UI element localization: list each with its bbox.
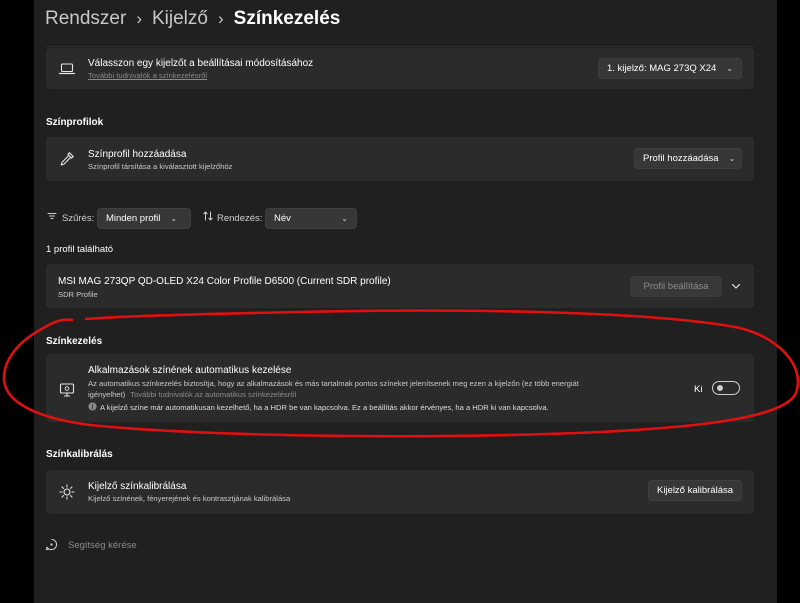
eyedropper-icon — [60, 152, 74, 166]
display-dropdown-value: 1. kijelző: MAG 273Q X24 — [607, 63, 717, 74]
filter-label: Szűrés: — [62, 213, 95, 224]
breadcrumb-separator: › — [217, 9, 224, 28]
page-title: Színkezelés — [233, 8, 341, 29]
calibrate-display-button-label: Kijelző kalibrálása — [656, 485, 734, 496]
section-heading-color-management: Színkezelés — [46, 336, 103, 347]
section-heading-calibration: Színkalibrálás — [46, 449, 113, 460]
breadcrumb-separator: › — [136, 9, 142, 28]
laptop-icon — [58, 63, 76, 75]
brightness-icon — [59, 484, 75, 500]
add-profile-title: Színprofil hozzáadása — [88, 149, 187, 160]
profile-count: 1 profil található — [46, 244, 114, 255]
display-dropdown[interactable]: 1. kijelző: MAG 273Q X24 ⌄ — [598, 58, 742, 79]
filter-dropdown-value: Minden profil — [106, 213, 161, 224]
calibration-subtitle: Kijelző színének, fényerejének és kontra… — [88, 494, 291, 503]
get-help-link[interactable]: Segítség kérése — [68, 540, 137, 551]
sort-icon — [203, 211, 213, 221]
calibrate-display-button[interactable]: Kijelző kalibrálása — [648, 480, 742, 501]
add-profile-button[interactable]: Profil hozzáadása ⌄ — [634, 148, 742, 169]
hdr-info-text: A kijelző színe már automatikusan kezelh… — [100, 403, 549, 412]
toggle-state-label: Ki — [694, 384, 703, 395]
calibration-title: Kijelző színkalibrálása — [88, 481, 187, 492]
profile-settings-button[interactable]: Profil beállítása — [630, 276, 722, 297]
section-heading-color-profiles: Színprofilok — [46, 117, 104, 128]
sort-dropdown-value: Név — [274, 213, 291, 224]
color-management-info-link[interactable]: További tudnivalók a színkezelésről — [88, 71, 207, 80]
auto-color-toggle[interactable] — [712, 381, 740, 395]
profile-name: MSI MAG 273QP QD-OLED X24 Color Profile … — [58, 276, 391, 287]
profile-type: SDR Profile — [58, 290, 98, 299]
auto-color-description: Az automatikus színkezelés biztosítja, h… — [88, 379, 579, 388]
sort-label: Rendezés: — [217, 213, 263, 224]
breadcrumb-display[interactable]: Kijelző — [152, 8, 208, 30]
sort-dropdown[interactable]: Név ⌄ — [265, 208, 357, 229]
info-icon — [88, 402, 97, 411]
breadcrumb-system[interactable]: Rendszer — [45, 8, 126, 30]
add-profile-subtitle: Színprofil társítása a kiválasztott kije… — [88, 162, 233, 171]
chevron-down-icon: ⌄ — [728, 154, 736, 163]
chevron-down-icon[interactable] — [730, 280, 742, 292]
help-chat-icon — [45, 538, 57, 551]
breadcrumb: Rendszer › Kijelző › Színkezelés — [45, 6, 340, 32]
toggle-knob — [717, 385, 723, 391]
chevron-down-icon: ⌄ — [726, 64, 734, 73]
display-select-title: Válasszon egy kijelzőt a beállításai mód… — [88, 58, 314, 69]
auto-color-description-line2: igényelhet) További tudnivalók az automa… — [88, 390, 296, 399]
filter-icon — [47, 213, 57, 219]
chevron-down-icon: ⌄ — [170, 214, 178, 223]
monitor-brightness-icon — [59, 383, 75, 397]
divider — [46, 46, 754, 47]
profile-settings-button-label: Profil beállítása — [643, 281, 709, 292]
chevron-down-icon: ⌄ — [341, 214, 348, 223]
auto-color-title: Alkalmazások színének automatikus kezelé… — [88, 365, 292, 376]
auto-color-description-end: igényelhet) — [88, 390, 126, 399]
auto-color-info-link[interactable]: További tudnivalók az automatikus színke… — [130, 390, 296, 399]
filter-dropdown[interactable]: Minden profil ⌄ — [97, 208, 191, 229]
add-profile-button-label: Profil hozzáadása — [643, 153, 719, 164]
